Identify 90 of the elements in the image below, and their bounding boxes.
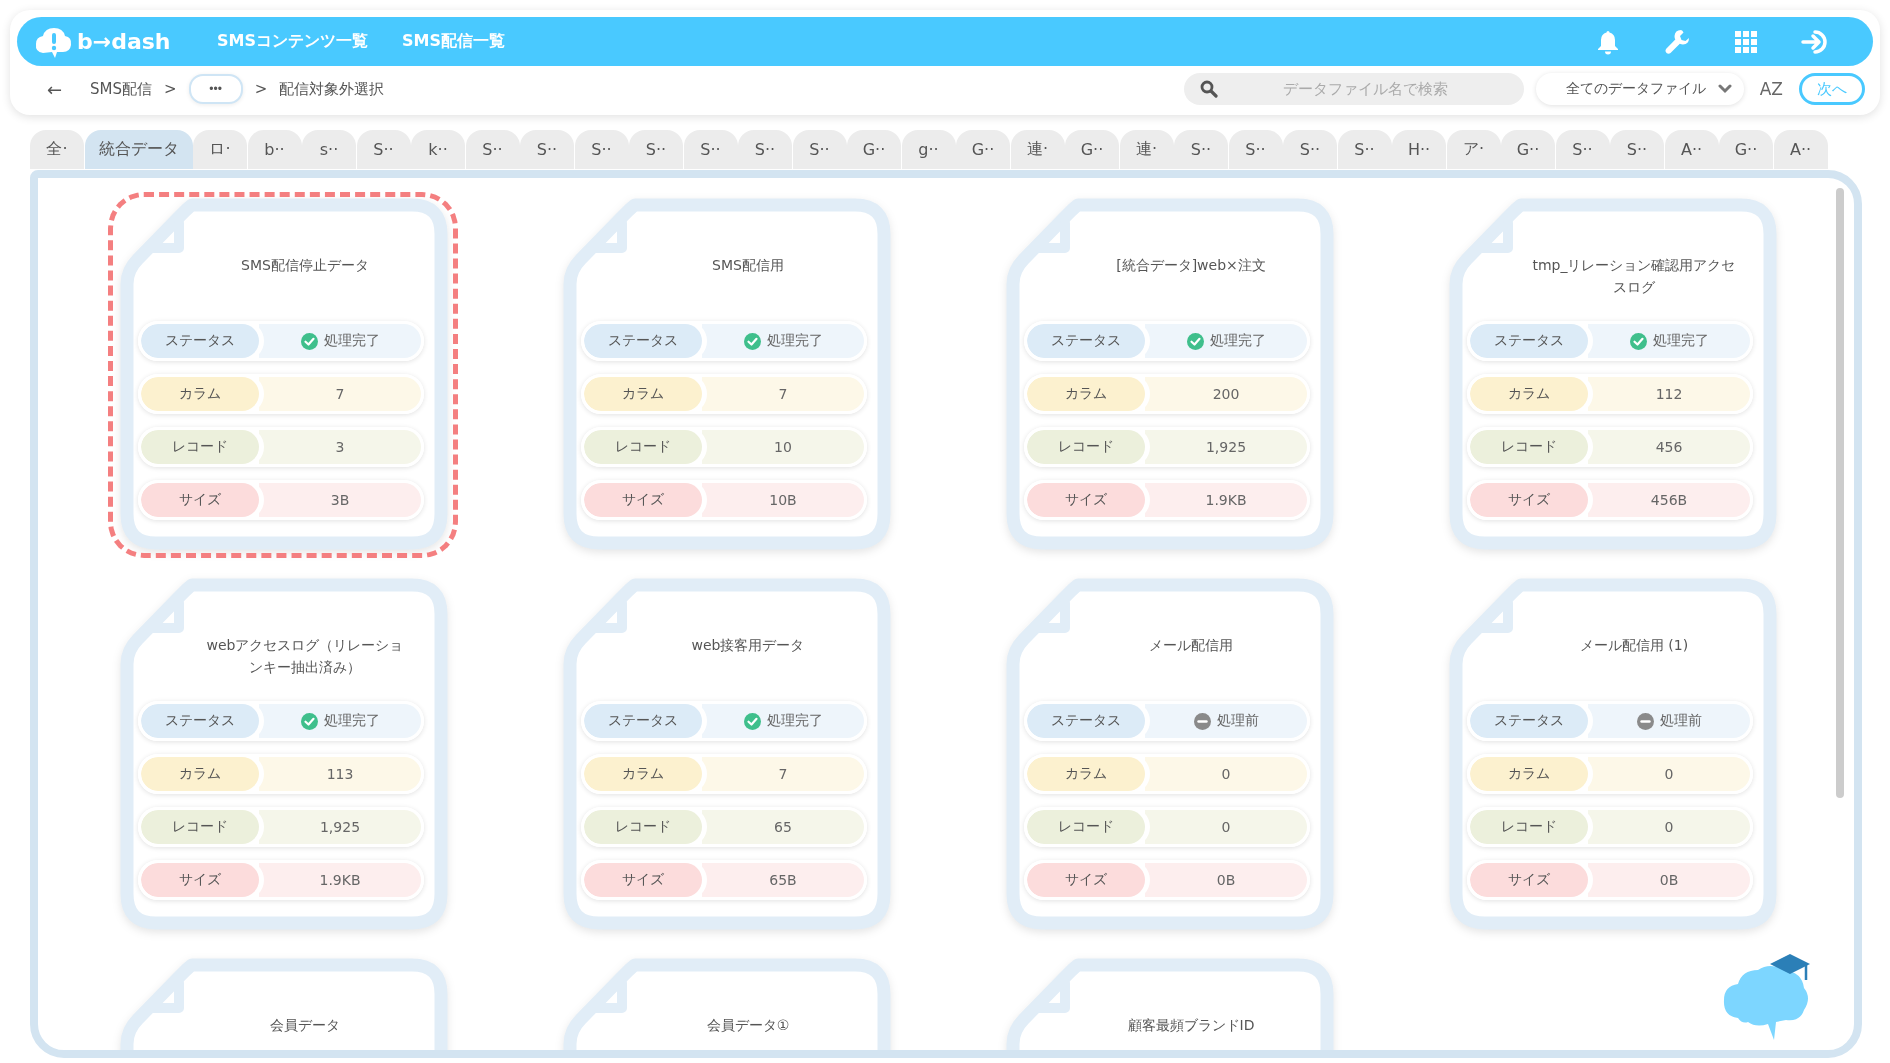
file-filter-dropdown[interactable]: 全てのデータファイル	[1535, 73, 1744, 105]
status-value: 処理完了	[1209, 332, 1266, 350]
data-tab[interactable]: S··	[1228, 130, 1283, 169]
data-tab[interactable]: S··	[683, 130, 738, 169]
data-tab[interactable]: ロ·	[193, 130, 247, 169]
data-tab[interactable]: S··	[1283, 130, 1337, 169]
file-title: webアクセスログ（リレーションキー抽出済み）	[205, 636, 405, 677]
file-title: SMS配信用	[711, 256, 785, 275]
field-value: 0	[1145, 810, 1307, 844]
data-tab[interactable]: S··	[629, 130, 683, 169]
data-tab[interactable]: ア·	[1446, 130, 1501, 169]
field-value: 7	[702, 757, 864, 791]
field-value: 3B	[259, 483, 421, 517]
file-title: 会員データ①	[705, 1016, 791, 1035]
data-tab[interactable]: 連·	[1010, 130, 1065, 169]
status-value: 処理前	[1659, 712, 1702, 730]
data-tab[interactable]: A··	[1664, 130, 1719, 169]
data-tab[interactable]: g··	[901, 130, 956, 169]
field-value: 1,925	[259, 810, 421, 844]
field-value: 113	[259, 757, 421, 791]
field-value: 7	[259, 377, 421, 411]
file-title: メール配信用 (1)	[1578, 636, 1690, 655]
field-value: 10	[702, 430, 864, 464]
field-value: 1,925	[1145, 430, 1307, 464]
file-title: 顧客最頻ブランドID	[1126, 1016, 1256, 1035]
file-title: [統合データ]web×注文	[1115, 256, 1267, 275]
field-value: 1.9KB	[259, 863, 421, 897]
file-title: 会員データ	[269, 1016, 341, 1035]
data-tab[interactable]: s··	[302, 130, 356, 169]
field-value: 3	[259, 430, 421, 464]
field-value: 1.9KB	[1145, 483, 1307, 517]
data-tab[interactable]: A··	[1773, 130, 1828, 169]
field-value: 65	[702, 810, 864, 844]
wrench-icon[interactable]	[1663, 27, 1691, 56]
data-tab[interactable]: S··	[356, 130, 411, 169]
data-tab[interactable]: S··	[1610, 130, 1664, 169]
data-tab[interactable]: S··	[574, 130, 629, 169]
file-title: SMS配信停止データ	[240, 256, 370, 275]
data-tab[interactable]: S··	[1174, 130, 1228, 169]
search-icon	[1199, 80, 1218, 98]
data-tab[interactable]: G··	[956, 130, 1010, 169]
data-tab[interactable]: b··	[247, 130, 302, 169]
field-value: 10B	[702, 483, 864, 517]
breadcrumb-separator: >	[164, 80, 177, 98]
data-tab[interactable]: S··	[465, 130, 520, 169]
status-value: 処理完了	[766, 332, 823, 350]
status-value: 処理前	[1216, 712, 1259, 730]
field-value: 112	[1588, 377, 1750, 411]
scrollbar[interactable]	[1836, 188, 1844, 798]
field-value: 0	[1588, 757, 1750, 791]
data-tab[interactable]: k··	[411, 130, 465, 169]
file-title: web接客用データ	[690, 636, 806, 655]
data-tab[interactable]: G··	[1501, 130, 1555, 169]
data-tab[interactable]: H··	[1392, 130, 1446, 169]
data-tab[interactable]: 連·	[1119, 130, 1174, 169]
sort-toggle[interactable]: AZ	[1759, 79, 1783, 99]
breadcrumb-link[interactable]: SMS配信	[90, 79, 153, 99]
field-value: 456B	[1588, 483, 1750, 517]
data-tab[interactable]: 統合データ	[84, 130, 193, 169]
data-tab[interactable]: S··	[1337, 130, 1392, 169]
grid-icon[interactable]	[1735, 30, 1757, 53]
status-value: 処理完了	[323, 712, 380, 730]
field-value: 0B	[1588, 863, 1750, 897]
data-tab[interactable]: S··	[792, 130, 847, 169]
field-value: 200	[1145, 377, 1307, 411]
more-button[interactable]: •••	[188, 74, 243, 104]
status-value: 処理完了	[323, 332, 380, 350]
data-tab[interactable]: S··	[1555, 130, 1610, 169]
field-value: 456	[1588, 430, 1750, 464]
back-arrow[interactable]: ←	[47, 78, 63, 100]
bell-icon[interactable]	[1597, 28, 1619, 55]
data-tab[interactable]: 全·	[30, 130, 84, 169]
status-value: 処理完了	[766, 712, 823, 730]
field-value: 0	[1145, 757, 1307, 791]
file-title: メール配信用	[1148, 636, 1234, 655]
status-value: 処理完了	[1652, 332, 1709, 350]
field-value: 0	[1588, 810, 1750, 844]
field-value: 0B	[1145, 863, 1307, 897]
chevron-icon	[1717, 84, 1732, 94]
breadcrumb-current: 配信対象外選択	[279, 79, 385, 99]
data-tab[interactable]: G··	[1065, 130, 1119, 169]
data-tab[interactable]: G··	[1719, 130, 1773, 169]
field-value: 65B	[702, 863, 864, 897]
data-tab[interactable]: G··	[847, 130, 901, 169]
breadcrumb-separator: >	[254, 80, 268, 98]
file-title: tmp_リレーション確認用アクセスログ	[1531, 256, 1737, 297]
search-field[interactable]: データファイル名で検索	[1183, 73, 1524, 105]
data-tab[interactable]: S··	[520, 130, 574, 169]
field-value: 7	[702, 377, 864, 411]
data-tab[interactable]: S··	[738, 130, 792, 169]
